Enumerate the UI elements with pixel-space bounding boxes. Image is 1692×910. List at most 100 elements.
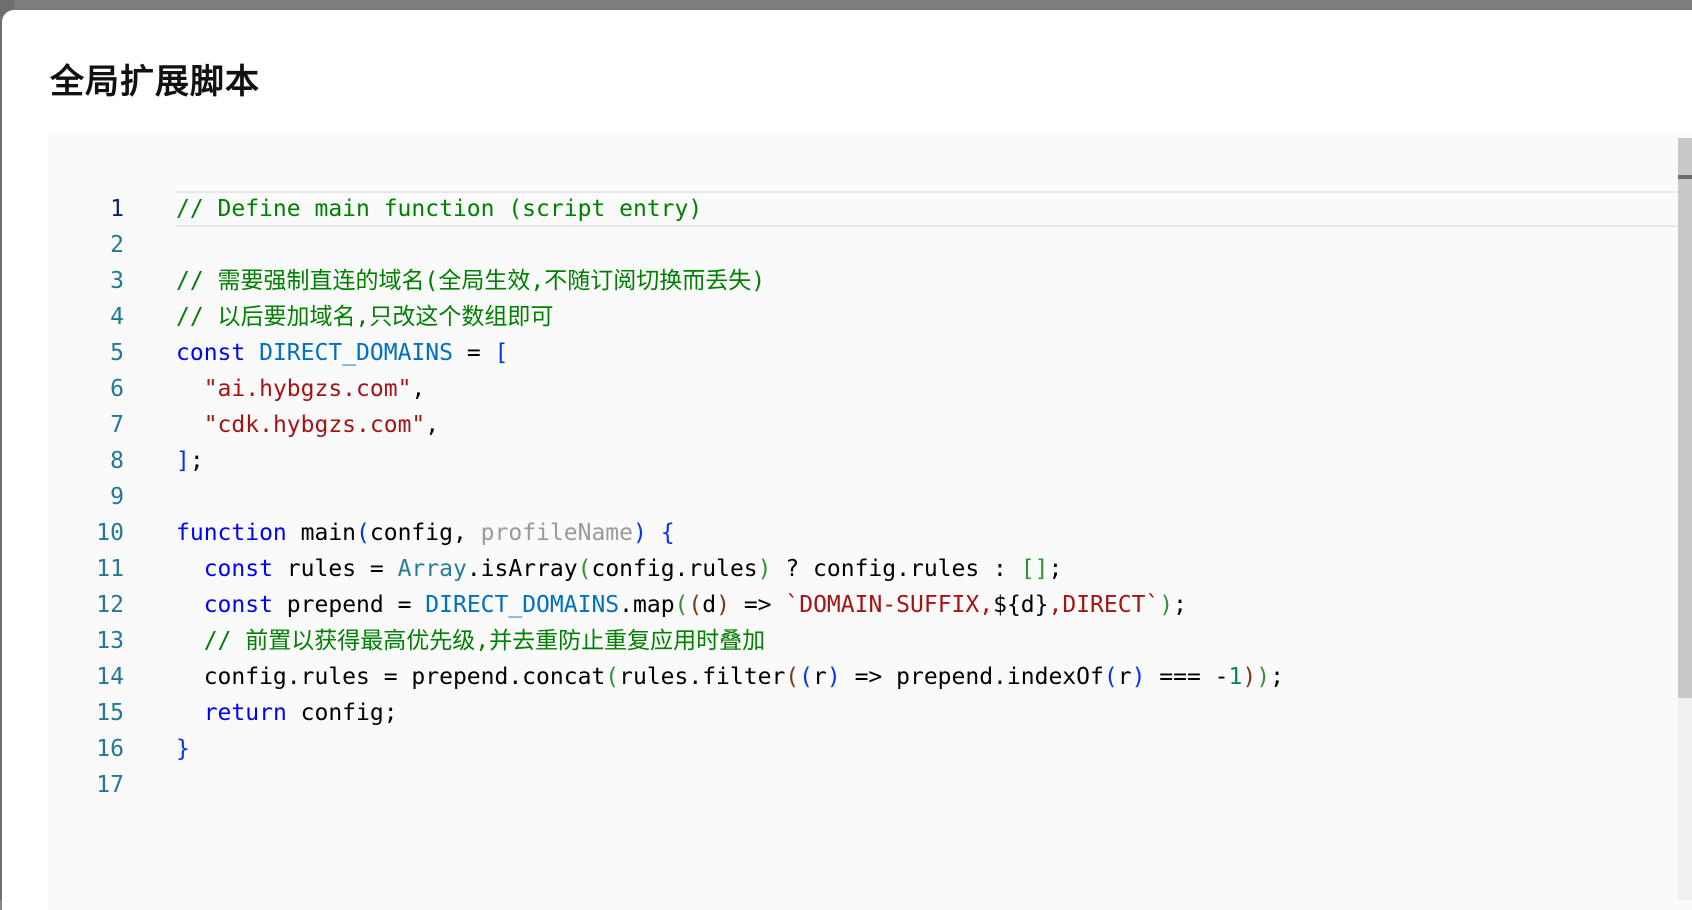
code-token: ] — [176, 448, 190, 474]
code-token: ) — [716, 592, 730, 618]
line-number: 1 — [110, 196, 124, 222]
code-token: ) — [1131, 664, 1146, 690]
code-line[interactable]: 15 return config; — [48, 695, 1692, 731]
code-token: DIRECT_DOMAINS — [425, 592, 620, 618]
code-token: ,DIRECT` — [1048, 592, 1160, 618]
code-token: ${ — [993, 592, 1021, 618]
code-line[interactable]: 11 const rules = Array.isArray(config.ru… — [48, 551, 1692, 587]
code-token: // 需要强制直连的域名(全局生效,不随订阅切换而丢失) — [176, 268, 766, 294]
code-token: ; — [1173, 592, 1188, 618]
code-line[interactable]: 13 // 前置以获得最高优先级,并去重防止重复应用时叠加 — [48, 623, 1692, 659]
line-number: 8 — [110, 448, 124, 474]
code-token: ; — [189, 448, 204, 474]
code-token: prepend = — [272, 592, 426, 618]
code-token: ) — [1242, 664, 1257, 690]
code-line[interactable]: 7 "cdk.hybgzs.com", — [48, 407, 1692, 443]
code-token: const — [203, 556, 273, 582]
code-token: main — [286, 520, 357, 546]
line-code: // 以后要加域名,只改这个数组即可 — [176, 299, 553, 335]
line-number: 6 — [110, 376, 124, 402]
line-number: 2 — [110, 232, 124, 258]
code-token: ( — [356, 520, 370, 546]
code-token: // Define main function (script entry) — [176, 196, 703, 222]
code-token: return — [203, 700, 287, 726]
code-lines[interactable]: 1 // Define main function (script entry) 2… — [48, 191, 1692, 803]
line-number: 4 — [110, 304, 124, 330]
line-number: 16 — [96, 736, 124, 762]
line-number: 15 — [96, 700, 124, 726]
code-token: config, — [369, 520, 481, 546]
code-line[interactable]: 3 // 需要强制直连的域名(全局生效,不随订阅切换而丢失) — [48, 263, 1692, 299]
code-token: ( — [674, 592, 689, 618]
code-line[interactable]: 10 function main(config, profileName) { — [48, 515, 1692, 551]
code-token: 1 — [1228, 664, 1243, 690]
code-token: ( — [1103, 664, 1118, 690]
code-token: .isArray — [466, 556, 578, 582]
code-editor[interactable]: 1 // Define main function (script entry) 2… — [48, 135, 1692, 910]
code-token: r — [1117, 664, 1132, 690]
line-number: 17 — [96, 772, 124, 798]
code-token: d — [702, 592, 717, 618]
code-line[interactable]: 17 — [48, 767, 1692, 803]
code-line[interactable]: 9 — [48, 479, 1692, 515]
code-token: } — [1034, 592, 1049, 618]
code-token: // 前置以获得最高优先级,并去重防止重复应用时叠加 — [203, 628, 766, 654]
line-number: 13 — [96, 628, 124, 654]
code-token: ? config.rules : — [771, 556, 1021, 582]
line-code: const DIRECT_DOMAINS = [ — [176, 335, 508, 371]
code-line[interactable]: 12 const prepend = DIRECT_DOMAINS.map((d… — [48, 587, 1692, 623]
line-number: 14 — [96, 664, 124, 690]
code-token: = — [452, 340, 495, 366]
code-line[interactable]: 1 // Define main function (script entry) — [48, 191, 1692, 227]
code-line[interactable]: 8]; — [48, 443, 1692, 479]
code-token: [] — [1020, 556, 1049, 582]
code-token: const — [176, 340, 246, 366]
line-number: 7 — [110, 412, 124, 438]
scrollbar-cursor-marker — [1678, 175, 1692, 179]
code-line[interactable]: 16} — [48, 731, 1692, 767]
code-token: profileName — [480, 520, 633, 546]
code-token: ( — [799, 664, 814, 690]
line-number: 12 — [96, 592, 124, 618]
code-token: DIRECT_DOMAINS — [259, 340, 453, 366]
code-token: d — [1020, 592, 1035, 618]
editor-scrollbar-thumb[interactable] — [1678, 138, 1692, 698]
code-line[interactable]: 2 — [48, 227, 1692, 263]
code-token: config; — [286, 700, 398, 726]
code-token: ) — [633, 520, 647, 546]
line-code: } — [176, 731, 190, 767]
line-code: const rules = Array.isArray(config.rules… — [176, 551, 1063, 587]
code-token: ) — [1256, 664, 1271, 690]
code-token: Array — [397, 556, 467, 582]
code-token: ( — [577, 556, 592, 582]
line-code: return config; — [176, 695, 398, 731]
code-token: } — [176, 736, 190, 762]
line-code: const prepend = DIRECT_DOMAINS.map((d) =… — [176, 587, 1187, 623]
code-line[interactable]: 5 const DIRECT_DOMAINS = [ — [48, 335, 1692, 371]
line-code: // 前置以获得最高优先级,并去重防止重复应用时叠加 — [176, 623, 765, 659]
code-token: .map — [619, 592, 675, 618]
code-line[interactable]: 14 config.rules = prepend.concat(rules.f… — [48, 659, 1692, 695]
code-token: ) — [1159, 592, 1174, 618]
line-code: ]; — [176, 443, 204, 479]
code-line[interactable]: 4 // 以后要加域名,只改这个数组即可 — [48, 299, 1692, 335]
code-token: { — [660, 520, 675, 546]
line-code: // Define main function (script entry) — [176, 191, 702, 227]
code-token: ; — [1270, 664, 1284, 690]
code-token: "ai.hybgzs.com" — [203, 376, 412, 402]
line-code: function main(config, profileName) { — [176, 515, 675, 551]
line-code: // 需要强制直连的域名(全局生效,不随订阅切换而丢失) — [176, 263, 765, 299]
code-token: [ — [494, 340, 509, 366]
code-token: const — [203, 592, 273, 618]
line-number: 11 — [96, 556, 124, 582]
line-number: 9 — [110, 484, 124, 510]
code-token: // 以后要加域名,只改这个数组即可 — [176, 304, 554, 330]
code-line[interactable]: 6 "ai.hybgzs.com", — [48, 371, 1692, 407]
code-token: , — [411, 376, 426, 402]
